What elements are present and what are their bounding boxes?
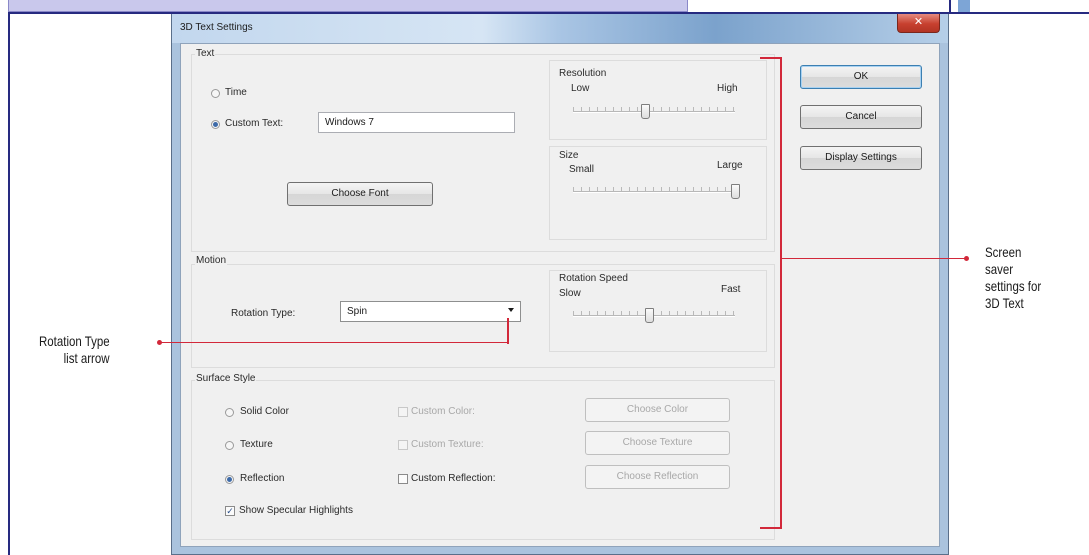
settings-callout-line-2: saver bbox=[985, 261, 1014, 277]
choose-font-button[interactable]: Choose Font bbox=[287, 182, 433, 206]
size-label: Size bbox=[559, 150, 579, 161]
page-border-left bbox=[8, 12, 10, 555]
custom-color-checkbox[interactable] bbox=[398, 407, 408, 417]
display-settings-button[interactable]: Display Settings bbox=[800, 146, 922, 170]
size-slider-track[interactable] bbox=[573, 191, 735, 193]
settings-callout-text: Screen saver settings for 3D Text bbox=[985, 244, 1041, 312]
rotation-speed-slider-track[interactable] bbox=[573, 315, 735, 317]
rotation-arrow-callout-line-2: list arrow bbox=[63, 350, 110, 366]
settings-callout-leader bbox=[780, 258, 966, 259]
resolution-label: Resolution bbox=[559, 68, 607, 79]
custom-reflection-label: Custom Reflection: bbox=[411, 473, 496, 484]
resolution-high-label: High bbox=[717, 83, 738, 94]
size-large-label: Large bbox=[717, 160, 743, 171]
settings-bracket-top bbox=[760, 57, 782, 59]
ok-button[interactable]: OK bbox=[800, 65, 922, 89]
texture-label: Texture bbox=[240, 439, 273, 450]
page-header-bar bbox=[8, 0, 688, 12]
rotation-type-value: Spin bbox=[347, 306, 368, 317]
choose-texture-button[interactable]: Choose Texture bbox=[585, 431, 730, 455]
settings-callout-line-3: settings for bbox=[985, 278, 1042, 294]
rotation-speed-fast-label: Fast bbox=[721, 284, 741, 295]
show-specular-highlights-label: Show Specular Highlights bbox=[239, 505, 353, 516]
rotation-arrow-callout-text: Rotation Type list arrow bbox=[39, 333, 110, 367]
page-corner-decoration bbox=[958, 0, 970, 12]
choose-reflection-button[interactable]: Choose Reflection bbox=[585, 465, 730, 489]
resolution-slider-thumb[interactable] bbox=[641, 104, 651, 119]
choose-color-button[interactable]: Choose Color bbox=[585, 398, 730, 422]
rotation-arrow-leader-horizontal bbox=[160, 342, 509, 343]
time-radio-label: Time bbox=[225, 87, 247, 98]
page-border-divider bbox=[949, 0, 951, 14]
reflection-radio[interactable] bbox=[225, 475, 234, 484]
solid-color-label: Solid Color bbox=[240, 406, 289, 417]
custom-texture-checkbox[interactable] bbox=[398, 440, 408, 450]
settings-bracket-vertical bbox=[780, 57, 782, 529]
dialog-title: 3D Text Settings bbox=[180, 22, 253, 33]
cancel-button[interactable]: Cancel bbox=[800, 105, 922, 129]
close-button[interactable]: ✕ bbox=[897, 14, 940, 33]
custom-text-input[interactable]: Windows 7 bbox=[318, 112, 515, 133]
solid-color-radio[interactable] bbox=[225, 408, 234, 417]
checkmark-icon: ✓ bbox=[226, 506, 234, 516]
rotation-type-label: Rotation Type: bbox=[231, 308, 296, 319]
surface-style-group-label: Surface Style bbox=[195, 373, 257, 384]
settings-bracket-bottom bbox=[760, 527, 782, 529]
show-specular-highlights-checkbox[interactable]: ✓ bbox=[225, 506, 235, 516]
rotation-arrow-callout-dot bbox=[157, 340, 162, 345]
dialog-titlebar[interactable]: 3D Text Settings ✕ bbox=[172, 14, 948, 43]
rotation-speed-slider-thumb[interactable] bbox=[644, 308, 654, 323]
size-slider-thumb[interactable] bbox=[730, 184, 740, 199]
settings-callout-dot bbox=[964, 256, 969, 261]
custom-texture-label: Custom Texture: bbox=[411, 439, 484, 450]
dialog-client-area: Text Time Custom Text: Windows 7 Choose … bbox=[180, 43, 940, 547]
custom-text-radio[interactable] bbox=[211, 120, 220, 129]
reflection-label: Reflection bbox=[240, 473, 285, 484]
rotation-speed-label: Rotation Speed bbox=[559, 273, 628, 284]
rotation-arrow-callout-line-1: Rotation Type bbox=[39, 333, 110, 349]
resolution-slider-track[interactable] bbox=[573, 111, 735, 113]
custom-color-label: Custom Color: bbox=[411, 406, 475, 417]
time-radio[interactable] bbox=[211, 89, 220, 98]
rotation-arrow-leader-vertical bbox=[507, 318, 509, 344]
rotation-type-select[interactable]: Spin bbox=[340, 301, 521, 322]
size-small-label: Small bbox=[569, 164, 595, 175]
text-group-label: Text bbox=[195, 48, 216, 59]
motion-group-label: Motion bbox=[195, 255, 228, 266]
dropdown-arrow-icon[interactable] bbox=[508, 308, 514, 312]
custom-reflection-checkbox[interactable] bbox=[398, 474, 408, 484]
settings-callout-line-1: Screen bbox=[985, 244, 1022, 260]
close-icon: ✕ bbox=[913, 16, 924, 28]
resolution-low-label: Low bbox=[571, 83, 590, 94]
settings-callout-line-4: 3D Text bbox=[985, 295, 1024, 311]
texture-radio[interactable] bbox=[225, 441, 234, 450]
3d-text-settings-dialog: 3D Text Settings ✕ Text Time Custom Text… bbox=[171, 14, 949, 555]
rotation-speed-slow-label: Slow bbox=[559, 288, 581, 299]
custom-text-radio-label: Custom Text: bbox=[225, 118, 284, 129]
